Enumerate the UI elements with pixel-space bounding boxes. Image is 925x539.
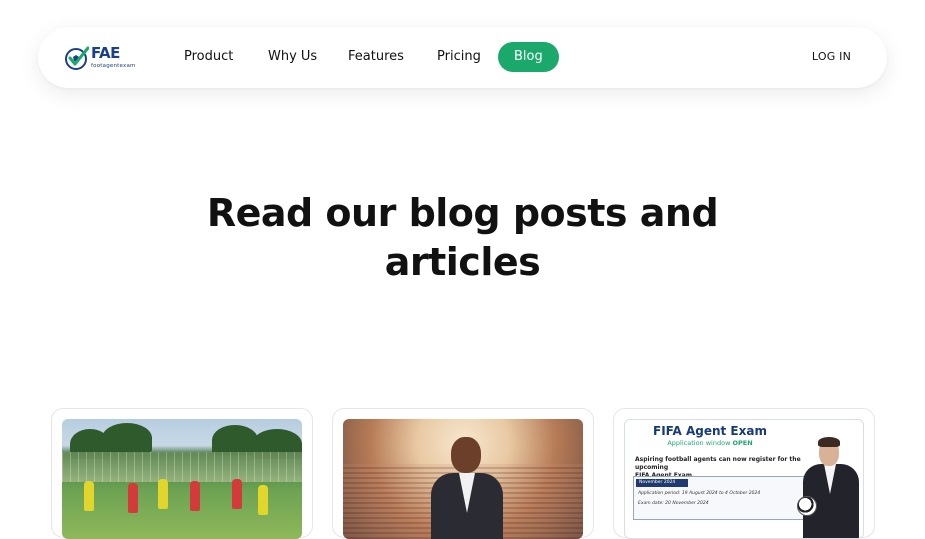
nav-link-blog[interactable]: Blog (498, 42, 559, 72)
nav-link-features[interactable]: Features (348, 42, 404, 72)
nav-link-pricing[interactable]: Pricing (437, 42, 481, 72)
headline-line-2: articles (384, 240, 541, 284)
page-headline: Read our blog posts and articles (0, 189, 925, 287)
blog-card[interactable] (51, 408, 313, 539)
blog-card-image-youth-football[interactable] (62, 419, 302, 539)
blog-card[interactable] (332, 408, 594, 539)
blog-card[interactable]: FIFA Agent Exam Application window OPEN … (613, 408, 875, 539)
soccer-ball-check-icon (65, 46, 89, 70)
logo-subtext: footagentexam (91, 63, 136, 69)
nav-link-why-us[interactable]: Why Us (268, 42, 317, 72)
blog-card-image-fifa-agent-exam[interactable]: FIFA Agent Exam Application window OPEN … (624, 419, 864, 539)
poster-title: FIFA Agent Exam (653, 424, 767, 438)
logo-wordmark: FAE (91, 44, 120, 62)
top-navigation-bar: FAE footagentexam Product Why Us Feature… (38, 27, 887, 88)
headline-line-1: Read our blog posts and (206, 191, 719, 235)
blog-card-image-agent-stadium[interactable] (343, 419, 583, 539)
login-link[interactable]: LOG IN (812, 42, 851, 72)
poster-date-box-header: November 2024 (636, 479, 688, 487)
poster-exam-date: Exam date: 20 November 2024 (638, 501, 709, 506)
soccer-ball-icon (797, 496, 817, 516)
brand-logo[interactable]: FAE footagentexam (65, 43, 135, 73)
poster-date-box: November 2024 Application period: 19 Aug… (633, 476, 805, 520)
poster-subtitle: Application window OPEN (667, 439, 753, 447)
poster-application-period: Application period: 19 August 2024 to 4 … (638, 491, 761, 496)
nav-link-product[interactable]: Product (184, 42, 233, 72)
